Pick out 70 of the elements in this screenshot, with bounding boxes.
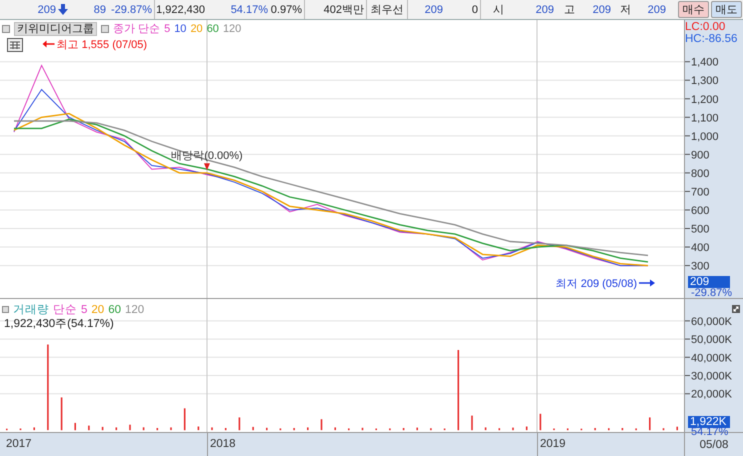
bullet-icon (2, 306, 9, 313)
axis-label: 1,000 (691, 130, 719, 143)
legend-item: 20 (190, 23, 203, 35)
high-price-label: 최고 1,555 (07/05) (56, 39, 148, 51)
axis-label: 800 (691, 168, 710, 180)
end-date-label: 05/08 (700, 438, 728, 450)
stock-name-tag[interactable]: 키위미디어그룹 (14, 22, 97, 36)
axis-label: 1,200 (691, 94, 719, 106)
ratio-label: 54.17% (691, 427, 728, 438)
legend-label: 종가 단순 (113, 23, 160, 35)
quote-field: 0 (472, 4, 478, 16)
quote-field: 0.97% (270, 4, 302, 16)
bullet-icon (2, 25, 10, 33)
quote-field: 209 (648, 4, 666, 16)
ex-dividend-label: 배당락(0.00%) (171, 150, 243, 162)
quote-field: 209 (536, 4, 554, 16)
legend-label: 단순 (53, 303, 77, 317)
axis-label: 300 (691, 260, 710, 273)
low-price-label: 최저 209 (05/08) (556, 278, 637, 290)
legend-item: 5 (164, 23, 170, 35)
arrow-icon (639, 280, 655, 286)
volume-tag: 1,922K (688, 416, 730, 428)
change-label: -29.87% (691, 288, 732, 300)
quote-field: 시 (493, 2, 504, 17)
axis-label: 1,300 (691, 75, 719, 88)
date-label: 2018 (210, 438, 236, 450)
legend-item: 60 (206, 23, 219, 35)
quote-field: 최우선 (370, 2, 404, 17)
axis-label: 1,400 (691, 56, 719, 69)
quote-field: 1,922,430 (156, 4, 205, 16)
quote-field: 209 (38, 4, 56, 16)
quote-field: 89 (94, 4, 106, 16)
axis-label: 500 (691, 224, 710, 236)
axis-label: 40,000K (691, 352, 732, 364)
quote-field: 고 (564, 2, 575, 17)
table-icon[interactable] (7, 38, 23, 52)
axis-label: 30,000K (691, 370, 732, 383)
axis-label: 50,000K (691, 334, 732, 346)
arrow-icon (42, 40, 55, 48)
axis-label: 700 (691, 186, 710, 198)
marker-icon (204, 163, 210, 170)
quote-field: 54.17% (230, 4, 268, 16)
axis-label: 20,000K (691, 388, 732, 401)
axis-label: 60,000K (691, 316, 732, 328)
bullet-icon (101, 25, 109, 33)
sell-button[interactable]: 매도 (711, 1, 742, 18)
legend-item: 120 (125, 304, 144, 316)
legend-item: 20 (91, 304, 104, 316)
legend-item: 10 (174, 23, 186, 35)
legend-item: 5 (81, 304, 88, 316)
buy-button[interactable]: 매수 (678, 1, 709, 18)
pane-toggle-icon[interactable] (732, 305, 740, 313)
legend-item: 120 (222, 23, 242, 35)
quote-field: 402백만 (324, 2, 364, 17)
axis-label: 600 (691, 204, 710, 217)
legend-item: 60 (108, 304, 121, 316)
axis-label: 400 (691, 242, 710, 254)
quote-field: 209 (424, 4, 443, 16)
price-tag: 209 (688, 276, 730, 288)
hc-label: HC:-86.56 (685, 33, 738, 45)
quote-field: -29.87% (111, 4, 152, 16)
volume-summary: 1,922,430주(54.17%) (4, 317, 114, 331)
legend-label: 거래량 (13, 303, 49, 317)
date-label: 2017 (6, 438, 32, 450)
axis-label: 1,100 (691, 112, 719, 124)
lc-label: LC:0.00 (685, 21, 726, 33)
quote-field: 209 (592, 4, 611, 16)
date-label: 2019 (540, 438, 566, 450)
quote-field: 저 (620, 2, 631, 17)
axis-label: 900 (691, 149, 710, 162)
